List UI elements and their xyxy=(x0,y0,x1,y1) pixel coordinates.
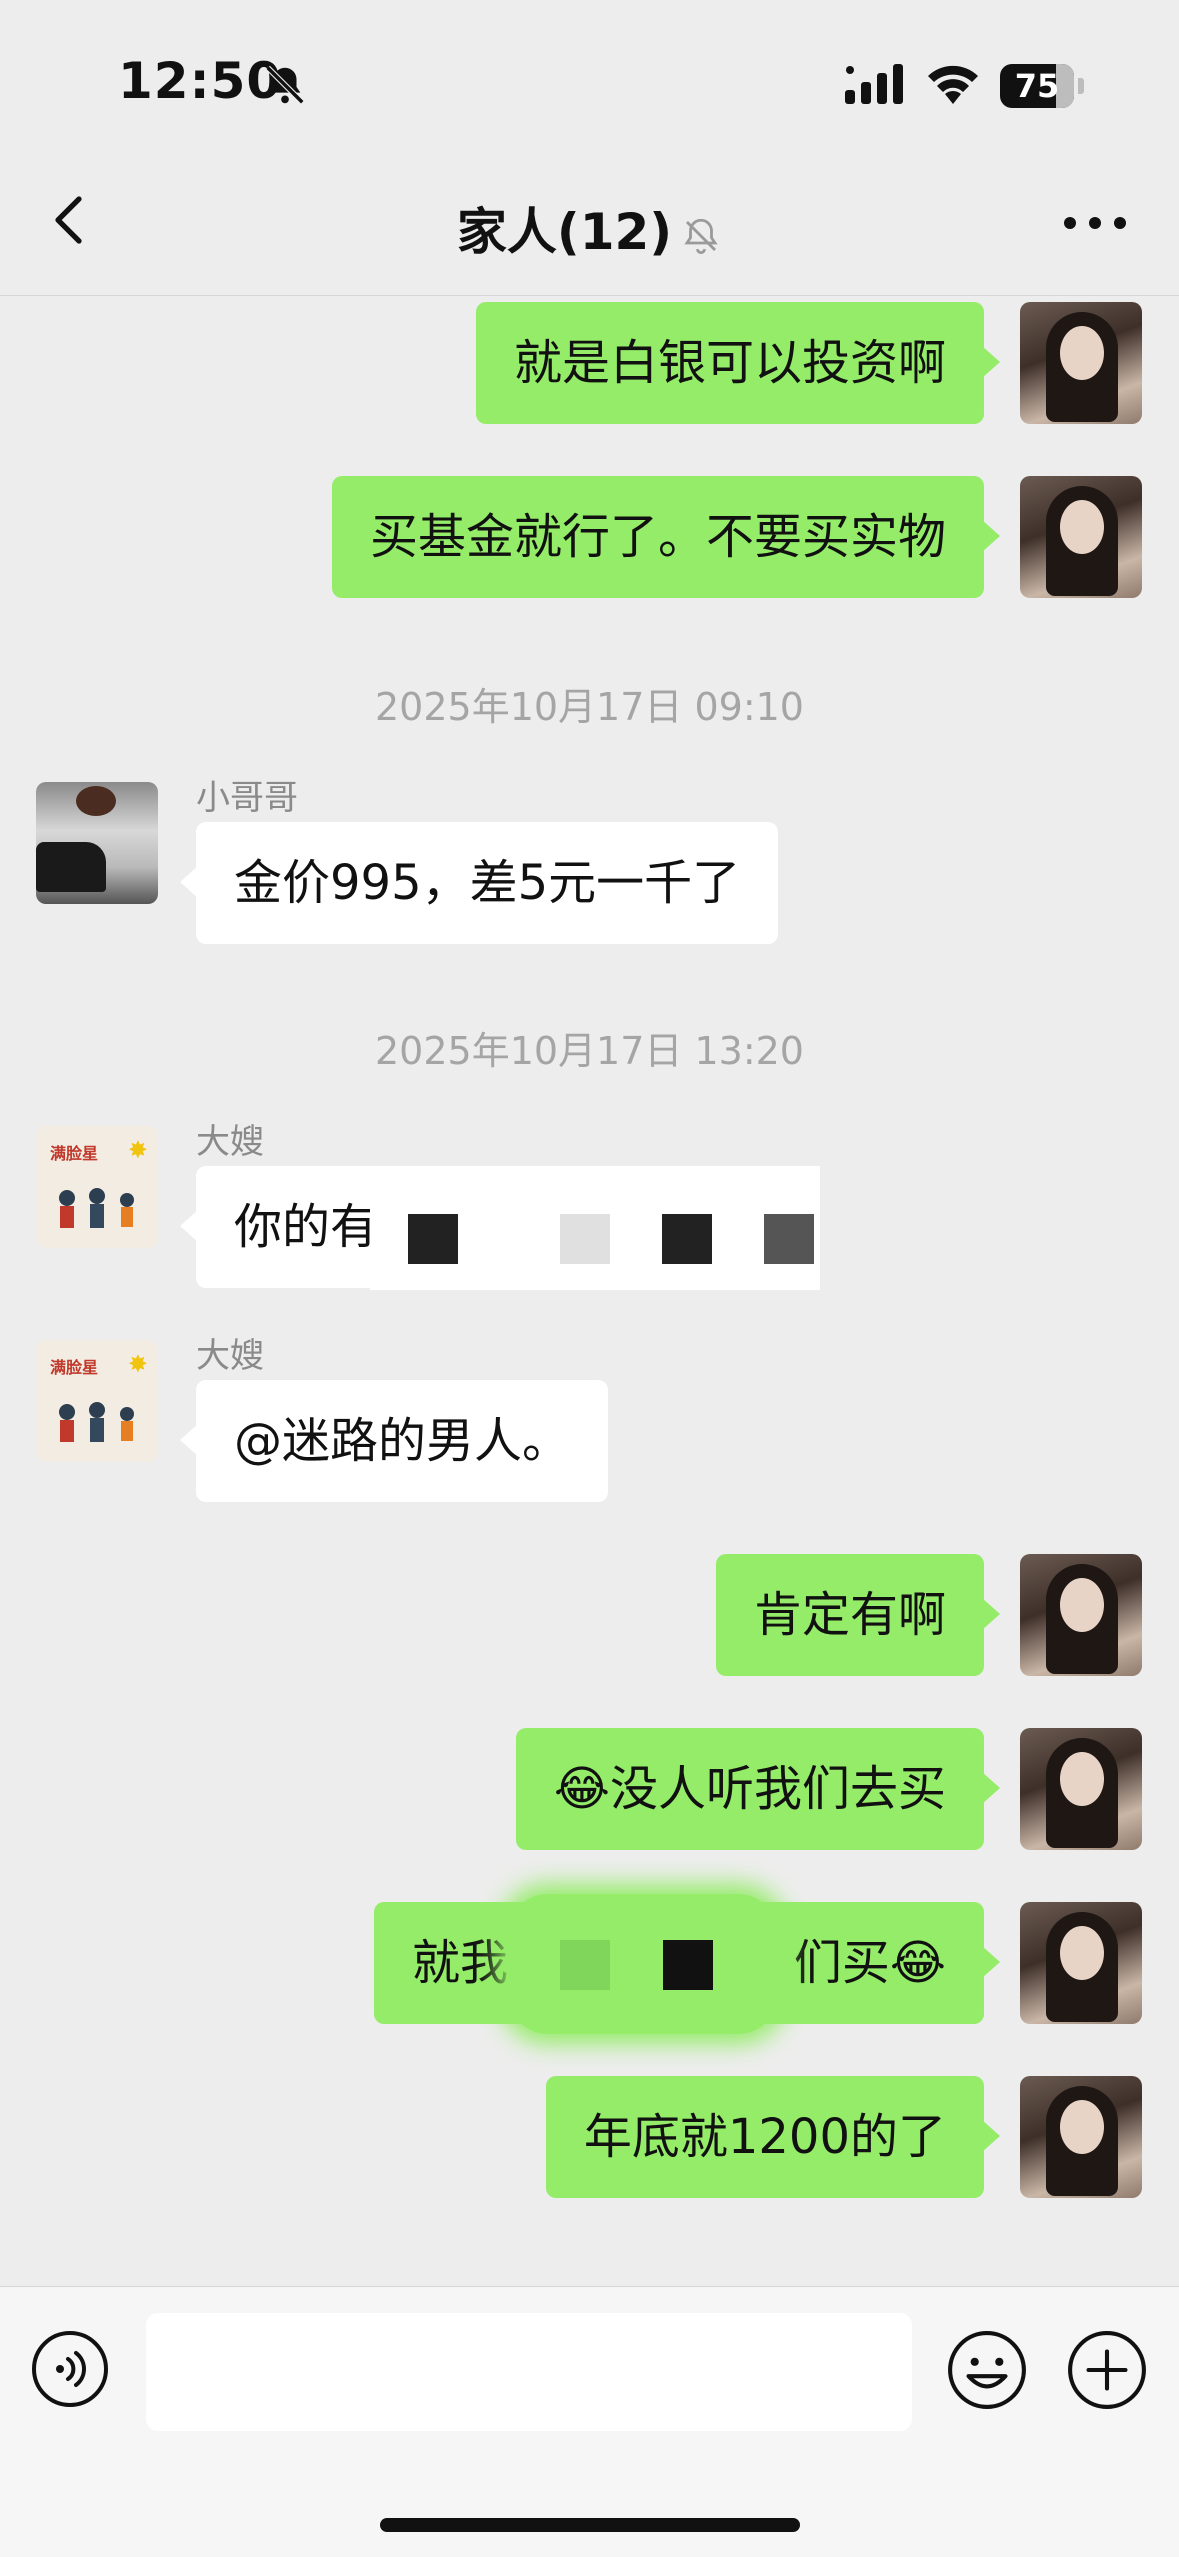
avatar[interactable] xyxy=(1020,476,1142,598)
input-bar xyxy=(0,2286,1179,2557)
status-bar: 12:50 75 xyxy=(0,0,1179,150)
message-text-start: 就我 xyxy=(412,1935,509,1991)
sender-name: 大嫂 xyxy=(196,1336,264,1376)
message-bubble-outgoing[interactable]: 就是白银可以投资啊 xyxy=(475,302,1001,424)
timestamp: 2025年10月17日 13:20 xyxy=(374,1029,804,1073)
avatar[interactable] xyxy=(1020,1728,1142,1850)
message-bubble-outgoing[interactable]: 买基金就行了。不要买实物 xyxy=(331,476,1001,598)
message-input[interactable] xyxy=(146,2313,912,2431)
battery-tip xyxy=(1078,78,1084,94)
battery-level: 75 xyxy=(1014,67,1060,105)
avatar[interactable]: 满脸星 ✸ xyxy=(36,1340,158,1462)
avatar[interactable] xyxy=(1020,1902,1142,2024)
message-bubble-outgoing[interactable]: 😂没人听我们去买 xyxy=(515,1728,1001,1850)
wifi-icon xyxy=(928,65,978,104)
chat-header: 家人(12) xyxy=(0,150,1179,296)
cellular-signal-icon xyxy=(845,64,903,104)
message-bubble-outgoing[interactable]: 年底就1200的了 xyxy=(545,2076,1001,2198)
redaction-overlay xyxy=(508,1894,778,2034)
status-time: 12:50 xyxy=(118,52,283,110)
message-bubble-outgoing[interactable]: 肯定有啊 xyxy=(715,1554,1001,1676)
chat-title-text: 家人(12) xyxy=(456,203,673,261)
avatar[interactable] xyxy=(36,782,158,904)
message-bubble-incoming[interactable]: @迷路的男人。 xyxy=(179,1380,609,1502)
home-indicator xyxy=(380,2518,800,2532)
mute-bell-icon xyxy=(684,218,718,254)
chat-title: 家人(12) xyxy=(0,192,1179,264)
timestamp: 2025年10月17日 09:10 xyxy=(374,685,804,729)
message-bubble-incoming[interactable]: 金价995，差5元一千了 xyxy=(179,822,779,944)
sender-name: 小哥哥 xyxy=(196,778,298,818)
emoji-icon[interactable] xyxy=(946,2329,1028,2411)
more-options-icon[interactable] xyxy=(1060,210,1130,236)
sender-name: 大嫂 xyxy=(196,1122,264,1162)
avatar[interactable]: 满脸星 ✸ xyxy=(36,1126,158,1248)
plus-icon[interactable] xyxy=(1066,2329,1148,2411)
bell-muted-icon xyxy=(265,65,305,105)
redaction-overlay xyxy=(370,1166,820,1290)
message-text: 你的有 xyxy=(234,1199,379,1255)
avatar[interactable] xyxy=(1020,302,1142,424)
avatar[interactable] xyxy=(1020,2076,1142,2198)
message-text-end: 们买😂 xyxy=(793,1935,946,1991)
voice-input-icon[interactable] xyxy=(30,2329,110,2409)
avatar[interactable] xyxy=(1020,1554,1142,1676)
battery-indicator: 75 xyxy=(1000,64,1074,108)
